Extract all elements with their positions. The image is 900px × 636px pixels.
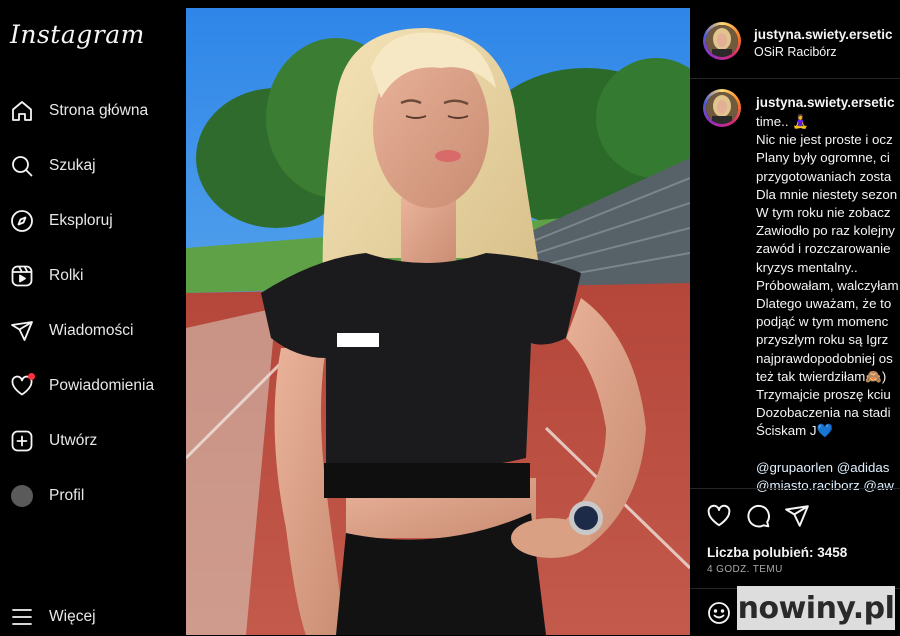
caption-line: najprawdopodobniej os xyxy=(756,350,893,366)
post-caption: time.. 🧘‍♀️ Nic nie jest proste i ocz Pl… xyxy=(756,113,900,495)
emoji-icon[interactable] xyxy=(707,601,731,625)
home-icon xyxy=(10,99,34,123)
instagram-logo[interactable]: Instagram xyxy=(10,20,145,49)
post-photo-image xyxy=(186,8,690,635)
post-header: justyna.swiety.ersetic OSiR Racibórz xyxy=(690,0,900,79)
caption-avatar[interactable] xyxy=(703,89,741,127)
caption-line: W tym roku nie zobacz xyxy=(756,205,891,221)
reels-icon xyxy=(10,264,34,288)
caption-line: Próbowałam, walczyłam xyxy=(756,277,899,293)
caption-mentions[interactable]: @miasto.raciborz @aw xyxy=(756,477,900,495)
nav-reels[interactable]: Rolki xyxy=(10,261,83,291)
heart-icon xyxy=(10,373,35,398)
nav-profile[interactable]: Profil xyxy=(10,481,84,511)
avatar xyxy=(11,485,33,507)
caption-line: zawód i rozczarowanie xyxy=(756,241,891,257)
nav-reels-label: Rolki xyxy=(49,267,84,284)
nav-messages[interactable]: Wiadomości xyxy=(10,316,133,346)
actions-divider xyxy=(690,488,900,489)
avatar-image xyxy=(706,92,738,124)
nav-home-label: Strona główna xyxy=(49,102,149,119)
nav-explore[interactable]: Eksploruj xyxy=(10,206,113,236)
caption-line: przygotowaniach zosta xyxy=(756,168,892,184)
menu-icon xyxy=(10,605,34,629)
nav-more[interactable]: Więcej xyxy=(10,602,96,632)
caption-line: Nic nie jest proste i ocz xyxy=(756,132,893,148)
caption-line: podjąć w tym momenc xyxy=(756,314,889,330)
caption-line: Trzymajcie proszę kciu xyxy=(756,387,891,403)
avatar-image xyxy=(706,25,738,57)
nav-create[interactable]: Utwórz xyxy=(10,426,97,456)
search-icon xyxy=(10,154,34,178)
post-photo[interactable] xyxy=(186,8,690,635)
nav-messages-label: Wiadomości xyxy=(49,322,134,339)
author-avatar[interactable] xyxy=(703,22,741,60)
post-details-panel: justyna.swiety.ersetic OSiR Racibórz jus… xyxy=(690,0,900,635)
nav-home[interactable]: Strona główna xyxy=(10,96,148,126)
caption-line: Plany były ogromne, ci xyxy=(756,150,890,166)
post-username[interactable]: justyna.swiety.ersetic xyxy=(754,27,893,42)
post-timestamp[interactable]: 4 GODZ. TEMU xyxy=(707,564,783,575)
caption-line: Dla mnie niestety sezon xyxy=(756,186,898,202)
nav-profile-label: Profil xyxy=(49,487,85,504)
notification-dot xyxy=(28,373,35,380)
nav-notifications-label: Powiadomienia xyxy=(49,377,155,394)
caption-mentions[interactable]: @grupaorlen @adidas xyxy=(756,459,900,477)
caption-line: też tak twierdziłam🙈) xyxy=(756,368,887,384)
post-location[interactable]: OSiR Racibórz xyxy=(754,45,837,59)
send-icon xyxy=(10,319,34,343)
nav-notifications[interactable]: Powiadomienia xyxy=(10,371,154,401)
caption-line: time.. 🧘‍♀️ xyxy=(756,114,809,129)
nav-create-label: Utwórz xyxy=(49,432,98,449)
nav-search[interactable]: Szukaj xyxy=(10,151,96,181)
caption-username[interactable]: justyna.swiety.ersetic xyxy=(756,95,895,110)
nav-search-label: Szukaj xyxy=(49,157,96,174)
like-heart-icon[interactable] xyxy=(706,503,732,529)
share-send-icon[interactable] xyxy=(784,503,810,529)
likes-count[interactable]: Liczba polubień: 3458 xyxy=(707,545,847,560)
caption-line: kryzys mentalny.. xyxy=(756,259,858,275)
plus-square-icon xyxy=(10,429,34,453)
caption-line: Dlatego uważam, że to xyxy=(756,296,892,312)
compass-icon xyxy=(10,209,34,233)
caption-line: Dozobaczenia na stadi xyxy=(756,405,891,421)
comment-icon[interactable] xyxy=(745,503,771,529)
caption-line: Zawiodło po raz kolejny xyxy=(756,223,895,239)
caption-line: Ściskam J💙 xyxy=(756,423,834,439)
sidebar: Instagram Strona główna Szukaj Eksploruj… xyxy=(0,0,186,635)
watermark: nowiny.pl xyxy=(737,586,895,630)
nav-more-label: Więcej xyxy=(49,608,96,625)
nav-explore-label: Eksploruj xyxy=(49,212,113,229)
caption-line: przyszłym roku są Igrz xyxy=(756,332,889,348)
